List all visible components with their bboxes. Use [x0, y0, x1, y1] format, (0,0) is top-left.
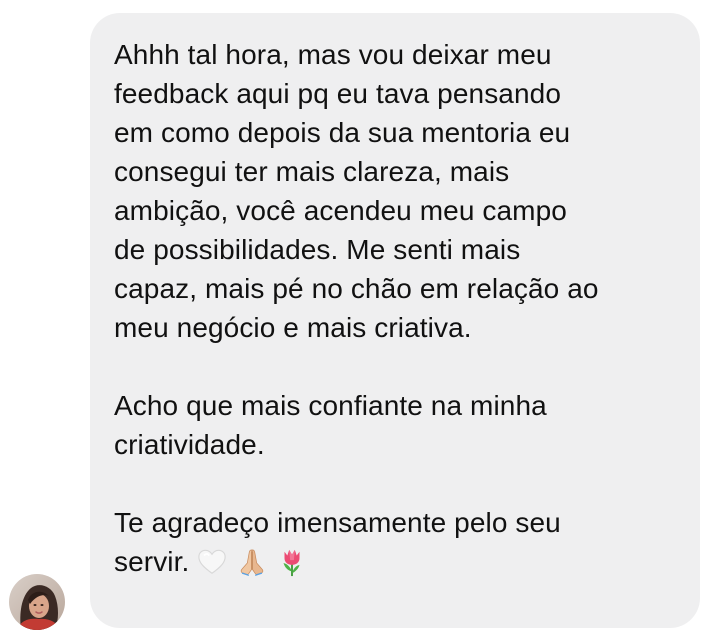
emoji-row: [197, 547, 307, 577]
white-heart-icon: [198, 549, 227, 574]
message-paragraph-3: Te agradeço imensamente pelo seu servir.: [114, 503, 680, 581]
user-avatar-photo-icon: [9, 574, 65, 630]
message-paragraph-3-text: Te agradeço imensamente pelo seu servir.: [114, 507, 561, 577]
folded-hands-icon: [241, 549, 264, 576]
avatar[interactable]: [9, 574, 65, 630]
message-bubble[interactable]: Ahhh tal hora, mas vou deixar meu feedba…: [90, 13, 700, 628]
message-paragraph-1: Ahhh tal hora, mas vou deixar meu feedba…: [114, 39, 599, 343]
message-paragraph-2: Acho que mais confiante na minha criativ…: [114, 390, 547, 460]
tulip-icon: [283, 549, 300, 577]
